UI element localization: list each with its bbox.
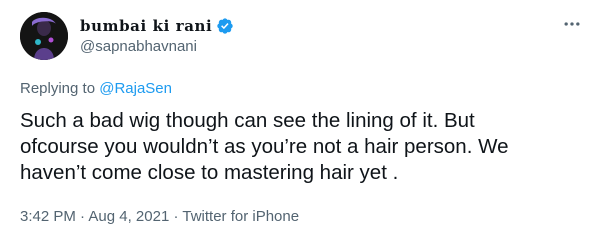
more-options-icon	[564, 22, 580, 26]
tweet-date[interactable]: Aug 4, 2021	[88, 208, 169, 225]
replying-to-user-link[interactable]: @RajaSen	[99, 80, 172, 97]
tweet-card: bumbai ki rani @sapnabhavnani Replying t…	[0, 0, 600, 245]
tweet-text-line: haven’t come close to mastering hair yet…	[20, 161, 399, 184]
tweet-text-line: ofcourse you wouldn’t as you’re not a ha…	[20, 135, 509, 158]
replying-to: Replying to @RajaSen	[20, 80, 172, 97]
tweet-time[interactable]: 3:42 PM	[20, 208, 76, 225]
author-display-name[interactable]: bumbai ki rani	[80, 17, 212, 35]
author-handle[interactable]: @sapnabhavnani	[80, 38, 197, 55]
tweet-metadata: 3:42 PM · Aug 4, 2021 · Twitter for iPho…	[20, 208, 299, 225]
meta-separator: ·	[75, 208, 89, 225]
tweet-source[interactable]: Twitter for iPhone	[182, 208, 299, 225]
author-name-row: bumbai ki rani	[80, 16, 234, 36]
verified-badge-icon	[216, 17, 234, 35]
tweet-text-line: Such a bad wig though can see the lining…	[20, 109, 475, 132]
replying-to-label: Replying to	[20, 80, 96, 97]
tweet-text: Such a bad wig though can see the lining…	[20, 108, 586, 186]
more-options-button[interactable]	[560, 12, 584, 36]
avatar-image	[20, 12, 68, 60]
meta-separator: ·	[169, 208, 183, 225]
avatar[interactable]	[20, 12, 68, 60]
